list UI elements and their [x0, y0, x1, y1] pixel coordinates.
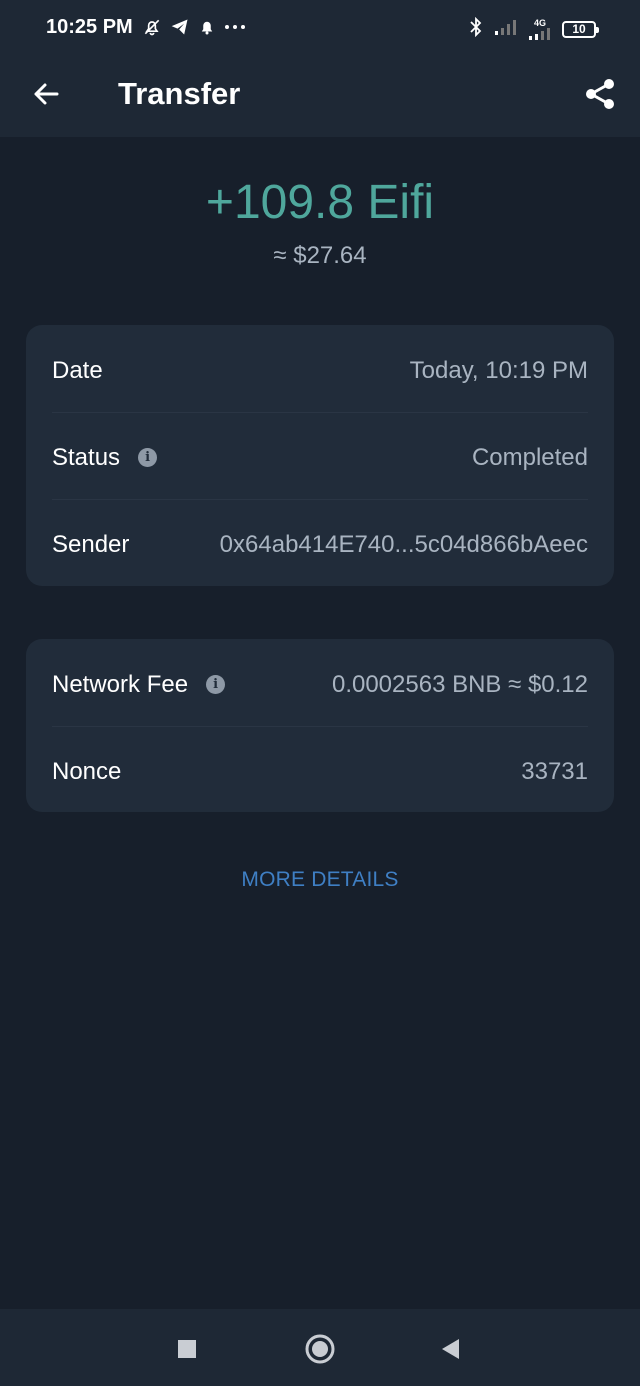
battery-icon: 10: [562, 21, 599, 38]
detail-label: Network Fee: [52, 670, 189, 698]
detail-value: Today, 10:19 PM: [409, 356, 588, 384]
detail-row-network-fee: Network Fee i 0.0002563 BNB ≈ $0.12: [52, 641, 588, 728]
info-icon[interactable]: i: [138, 448, 158, 467]
divider: [52, 412, 588, 413]
network-fee-value: 0.0002563 BNB ≈ $0.12: [331, 670, 588, 698]
detail-row-nonce: Nonce 33731: [52, 728, 588, 815]
arrow-left-icon: [34, 83, 59, 105]
share-icon: [586, 79, 614, 109]
detail-label: Nonce: [52, 757, 122, 785]
status-notification-icons: [142, 17, 246, 42]
detail-label: Date: [52, 356, 103, 384]
transfer-fiat-value: ≈ $27.64: [273, 242, 367, 269]
system-navigation-bar: [0, 1309, 640, 1386]
circle-icon: [305, 1334, 335, 1364]
back-button[interactable]: [26, 74, 66, 114]
more-details-button[interactable]: MORE DETAILS: [0, 868, 640, 892]
signal-icon-sim2: 4G: [528, 19, 552, 40]
divider: [52, 726, 588, 727]
square-icon: [178, 1340, 196, 1358]
page-title: Transfer: [118, 76, 241, 111]
header: 10:25 PM 4G 10 Transfer: [0, 0, 640, 137]
triangle-left-icon: [442, 1339, 459, 1359]
divider: [52, 499, 588, 500]
transaction-details-card: Date Today, 10:19 PM Status i Completed …: [26, 325, 614, 586]
more-notifications-icon: [224, 17, 246, 42]
detail-row-sender[interactable]: Sender 0x64ab414E740...5c04d866bAeec: [52, 501, 588, 588]
nonce-value: 33731: [521, 757, 588, 785]
muted-bell-icon: [142, 17, 162, 42]
signal-icon-sim1: [494, 19, 518, 40]
network-type-label: 4G: [533, 18, 546, 28]
detail-label-with-info: Status i: [52, 443, 158, 472]
detail-label-with-info: Network Fee i: [52, 670, 226, 699]
recents-button[interactable]: [171, 1333, 203, 1365]
detail-label: Sender: [52, 530, 130, 558]
fee-details-card: Network Fee i 0.0002563 BNB ≈ $0.12 Nonc…: [26, 639, 614, 812]
detail-row-status: Status i Completed: [52, 414, 588, 501]
telegram-icon: [170, 17, 190, 42]
info-icon[interactable]: i: [206, 675, 226, 694]
system-back-button[interactable]: [434, 1333, 466, 1365]
status-time: 10:25 PM: [46, 16, 133, 38]
transfer-screen: 10:25 PM 4G 10 Transfer +109.8 Eifi ≈ $2…: [0, 0, 640, 1386]
app-bar: Transfer: [0, 58, 640, 137]
detail-label: Status: [52, 443, 121, 471]
bell-icon: [198, 18, 216, 41]
status-system-icons: 4G 10: [468, 16, 599, 42]
bluetooth-icon: [468, 16, 484, 42]
transfer-amount: +109.8 Eifi: [205, 176, 435, 229]
sender-address[interactable]: 0x64ab414E740...5c04d866bAeec: [220, 531, 588, 559]
status-bar: 10:25 PM 4G 10: [0, 0, 640, 58]
detail-row-date: Date Today, 10:19 PM: [52, 327, 588, 414]
home-button[interactable]: [304, 1333, 336, 1365]
status-value: Completed: [471, 443, 588, 471]
share-button[interactable]: [580, 74, 620, 114]
